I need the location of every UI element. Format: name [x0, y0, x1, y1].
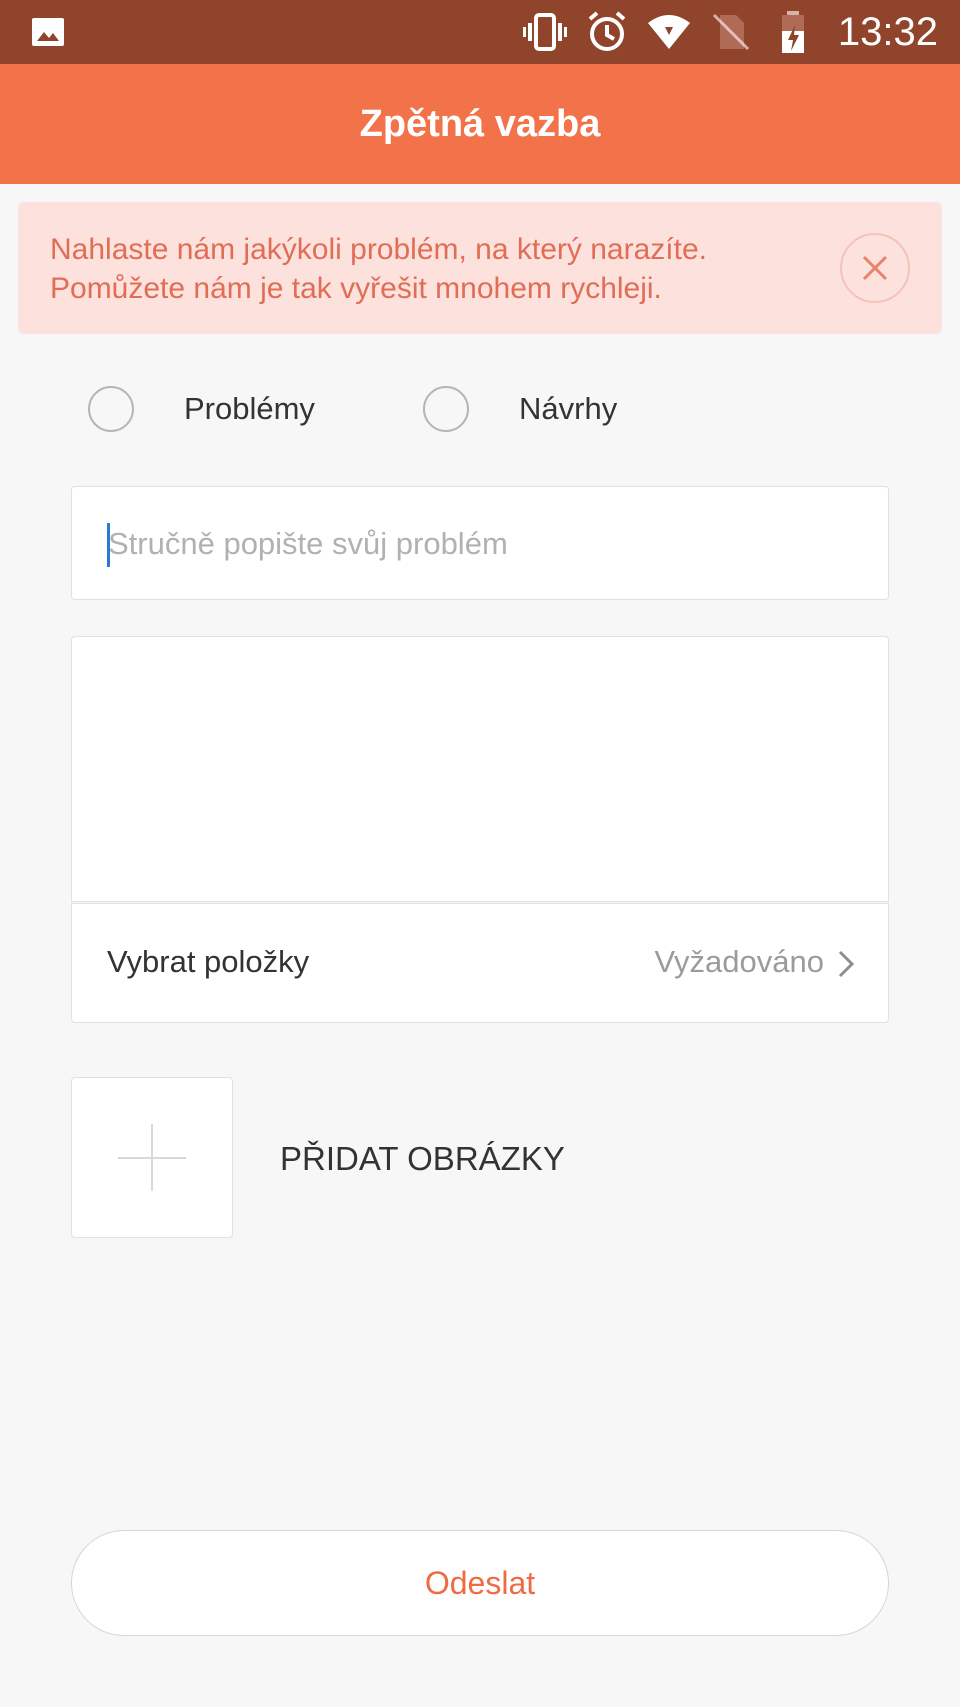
text-cursor [107, 523, 110, 567]
banner-line-2: Pomůžete nám je tak vyřešit mnohem rychl… [50, 272, 662, 305]
add-image-button[interactable] [71, 1077, 233, 1238]
banner-close-button[interactable] [840, 233, 910, 303]
add-images-label: PŘIDAT OBRÁZKY [280, 1140, 565, 1177]
close-icon [862, 255, 888, 281]
no-sim-icon [708, 9, 754, 55]
select-items-row[interactable]: Vybrat položky Vyžadováno [71, 903, 889, 1023]
wifi-icon [646, 9, 692, 55]
summary-input[interactable] [106, 487, 870, 601]
chevron-right-icon [838, 950, 855, 978]
banner-text: Nahlaste nám jakýkoli problém, na který … [50, 230, 810, 308]
summary-field[interactable] [71, 486, 889, 601]
radio-label: Návrhy [519, 391, 618, 426]
status-bar: 13:32 [0, 0, 960, 64]
page-title: Zpětná vazba [359, 102, 601, 145]
details-textarea[interactable] [72, 637, 888, 901]
banner-line-1: Nahlaste nám jakýkoli problém, na který … [50, 233, 707, 266]
radio-button[interactable] [423, 386, 469, 432]
select-items-label: Vybrat položky [107, 944, 310, 979]
select-items-value: Vyžadováno [654, 944, 824, 979]
radio-problems[interactable]: Problémy [88, 386, 315, 432]
radio-suggestions[interactable]: Návrhy [423, 386, 617, 432]
alarm-icon [584, 9, 630, 55]
battery-charging-icon [770, 9, 816, 55]
plus-icon [118, 1124, 186, 1191]
info-banner: Nahlaste nám jakýkoli problém, na který … [18, 202, 942, 334]
radio-button[interactable] [88, 386, 134, 432]
feedback-type-group: Problémy Návrhy [0, 386, 960, 436]
details-field[interactable] [71, 636, 889, 902]
gallery-icon [30, 14, 66, 50]
status-time: 13:32 [837, 9, 938, 54]
radio-label: Problémy [184, 391, 315, 426]
vibrate-icon [522, 9, 568, 55]
app-bar: Zpětná vazba [0, 64, 960, 184]
submit-button[interactable]: Odeslat [71, 1530, 889, 1636]
